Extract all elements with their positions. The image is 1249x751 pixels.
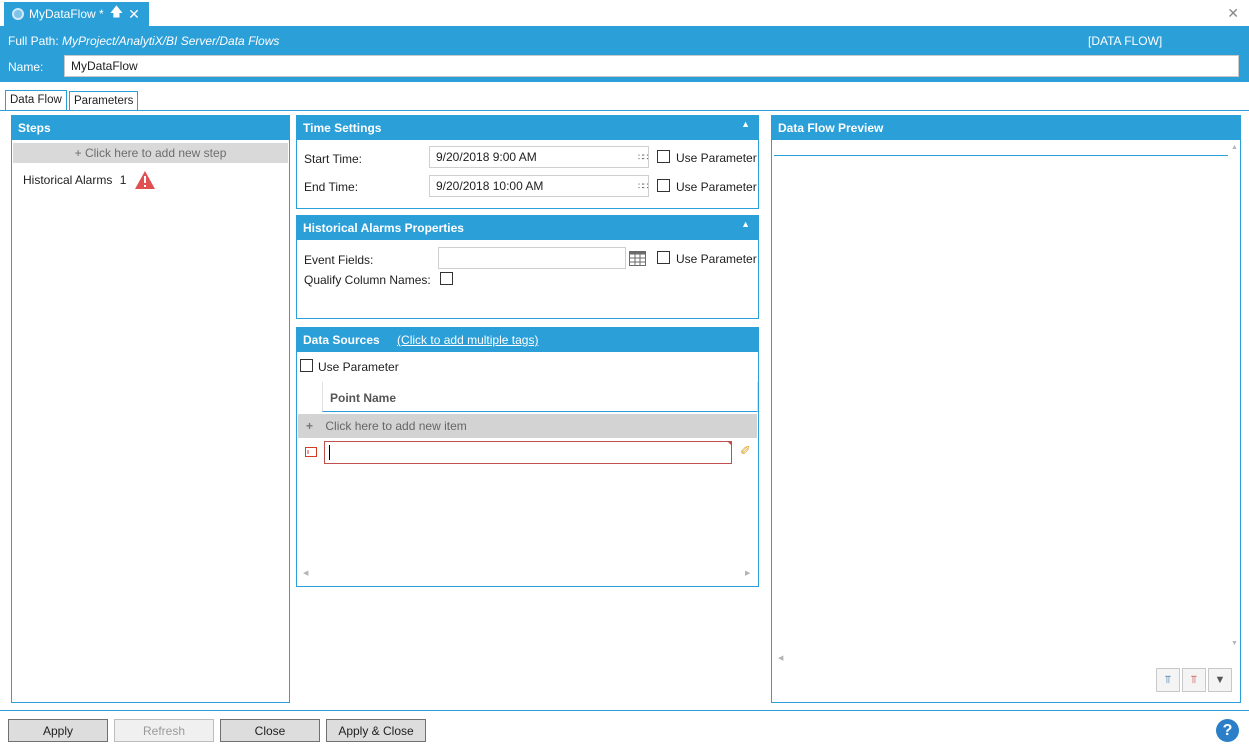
text-cursor — [329, 445, 330, 460]
apply-button[interactable]: Apply — [8, 719, 108, 742]
point-name-input[interactable] — [324, 441, 732, 464]
steps-header: Steps — [12, 116, 289, 140]
collapse-icon[interactable]: ▲ — [741, 119, 750, 129]
warning-icon — [135, 171, 155, 189]
event-use-parameter-label: Use Parameter — [676, 252, 757, 266]
start-time-label: Start Time: — [304, 152, 363, 166]
event-use-parameter-checkbox[interactable] — [657, 251, 670, 264]
preview-grid-line — [774, 155, 1228, 156]
document-tab-title: MyDataFlow * — [29, 7, 104, 21]
header-bar: Full Path: MyProject/AnalytiX/BI Server/… — [0, 26, 1249, 82]
close-tab-icon[interactable]: ✕ — [128, 6, 140, 23]
pin-icon[interactable]: 🡅 — [110, 3, 123, 25]
item-type-label: [DATA FLOW] — [1088, 34, 1163, 48]
add-item-row[interactable]: + Click here to add new item — [298, 414, 757, 438]
name-input[interactable]: MyDataFlow — [64, 55, 1239, 77]
full-path-label: Full Path: — [8, 34, 59, 48]
end-time-input[interactable]: 9/20/2018 10:00 AM — [429, 175, 649, 197]
add-item-label: Click here to add new item — [325, 419, 467, 433]
scroll-left-icon[interactable]: ◀ — [303, 569, 308, 577]
step-item-label: Historical Alarms — [23, 173, 113, 187]
time-settings-panel: Time Settings ▲ Start Time: 9/20/2018 9:… — [296, 115, 759, 209]
grid-header-row: Point Name — [322, 382, 758, 412]
plus-icon: + — [306, 419, 314, 433]
calendar-icon[interactable]: ∷∷ — [638, 181, 649, 192]
add-column-icon[interactable]: ⫪ — [1156, 668, 1180, 692]
start-use-parameter-label: Use Parameter — [676, 151, 757, 165]
data-sources-title: Data Sources — [303, 333, 380, 347]
row-edit-icon — [305, 447, 317, 457]
tab-divider — [0, 110, 1249, 111]
dataflow-icon — [12, 8, 24, 20]
footer-divider — [0, 710, 1249, 711]
scroll-left-icon[interactable]: ◀ — [778, 654, 783, 662]
filter-icon[interactable]: ▼ — [1208, 668, 1232, 692]
refresh-button[interactable]: Refresh — [114, 719, 214, 742]
document-tab-bar: MyDataFlow * 🡅 ✕ ✕ — [0, 0, 1249, 26]
table-grid-icon[interactable] — [629, 251, 646, 266]
help-icon[interactable]: ? — [1216, 719, 1239, 742]
tag-browse-icon[interactable]: ✐ — [740, 443, 751, 459]
document-tab[interactable]: MyDataFlow * 🡅 ✕ — [4, 2, 149, 26]
scroll-down-icon[interactable]: ▼ — [1231, 640, 1238, 647]
name-label: Name: — [8, 60, 44, 74]
data-sources-panel: Data Sources (Click to add multiple tags… — [296, 327, 759, 587]
start-time-input[interactable]: 9/20/2018 9:00 AM — [429, 146, 649, 168]
qualify-column-names-checkbox[interactable] — [440, 272, 453, 285]
data-sources-header: Data Sources (Click to add multiple tags… — [297, 328, 758, 352]
close-button[interactable]: Close — [220, 719, 320, 742]
historical-alarms-properties-panel: Historical Alarms Properties ▲ Event Fie… — [296, 215, 759, 319]
add-multiple-tags-link[interactable]: (Click to add multiple tags) — [397, 333, 538, 347]
end-time-label: End Time: — [304, 180, 359, 194]
tab-parameters[interactable]: Parameters — [69, 91, 138, 111]
historical-props-title: Historical Alarms Properties — [303, 221, 464, 235]
start-time-value: 9/20/2018 9:00 AM — [436, 150, 537, 164]
data-sources-use-parameter-label: Use Parameter — [318, 360, 399, 374]
time-settings-title: Time Settings — [303, 121, 382, 135]
collapse-icon[interactable]: ▲ — [741, 219, 750, 229]
tab-data-flow[interactable]: Data Flow — [5, 90, 67, 111]
data-flow-preview-panel: Data Flow Preview ▲ ▼ ◀ — [771, 115, 1241, 703]
scroll-right-icon[interactable]: ▶ — [745, 569, 750, 577]
end-time-value: 9/20/2018 10:00 AM — [436, 179, 544, 193]
add-step-button[interactable]: + Click here to add new step — [13, 143, 288, 163]
point-name-column-header[interactable]: Point Name — [330, 391, 396, 405]
remove-column-icon[interactable]: ⫪ — [1182, 668, 1206, 692]
event-fields-input[interactable] — [438, 247, 626, 269]
validation-marker — [727, 441, 732, 446]
step-item-count: 1 — [119, 173, 127, 187]
end-use-parameter-label: Use Parameter — [676, 180, 757, 194]
historical-props-header: Historical Alarms Properties ▲ — [297, 216, 758, 240]
calendar-icon[interactable]: ∷∷ — [638, 152, 649, 163]
event-fields-label: Event Fields: — [304, 253, 374, 267]
steps-panel: Steps + Click here to add new step Histo… — [11, 115, 290, 703]
data-sources-use-parameter-checkbox[interactable] — [300, 359, 313, 372]
start-use-parameter-checkbox[interactable] — [657, 150, 670, 163]
full-path-value: MyProject/AnalytiX/BI Server/Data Flows — [62, 34, 280, 48]
preview-header: Data Flow Preview — [772, 116, 1240, 140]
qualify-column-names-label: Qualify Column Names: — [304, 273, 431, 287]
apply-and-close-button[interactable]: Apply & Close — [326, 719, 426, 742]
time-settings-header: Time Settings ▲ — [297, 116, 758, 140]
scroll-up-icon[interactable]: ▲ — [1231, 144, 1238, 151]
end-use-parameter-checkbox[interactable] — [657, 179, 670, 192]
step-item-historical-alarms[interactable]: Historical Alarms 1 — [23, 173, 126, 187]
close-window-icon[interactable]: ✕ — [1227, 5, 1239, 22]
